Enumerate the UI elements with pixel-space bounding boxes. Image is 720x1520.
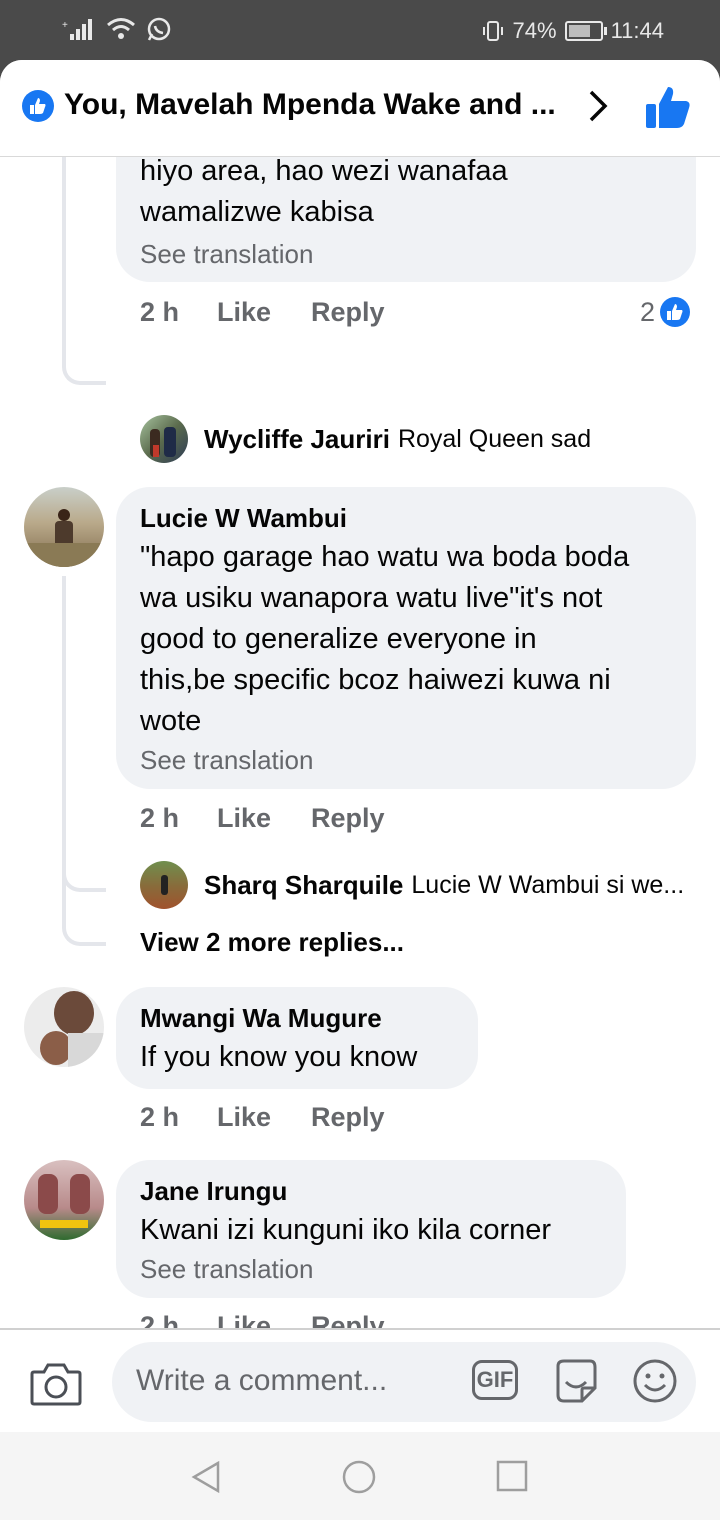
comment-bubble[interactable]: hiyo area, hao wezi wanafaa wamalizwe ka… [116, 156, 696, 282]
comment-text-line: this,be specific bcoz haiwezi kuwa ni [140, 664, 611, 696]
wifi-icon [107, 18, 135, 39]
signal-icon: + [62, 19, 92, 40]
reactors-title[interactable]: You, Mavelah Mpenda Wake and ... [64, 88, 574, 122]
comment-text-line: good to generalize everyone in [140, 623, 537, 655]
see-translation-link[interactable]: See translation [140, 239, 313, 270]
like-link[interactable]: Like [217, 1311, 271, 1328]
comment-text: "hapo garage hao watu wa boda boda wa us… [140, 537, 629, 742]
sticker-icon[interactable] [552, 1358, 598, 1404]
vibrate-icon [482, 21, 503, 41]
see-translation-link[interactable]: See translation [140, 745, 313, 776]
avatar[interactable] [140, 415, 188, 463]
avatar[interactable] [24, 487, 104, 567]
comment-time: 2 h [140, 1102, 180, 1132]
reply-author[interactable]: Wycliffe Jauriri [204, 424, 390, 455]
comment-text-line: "hapo garage hao watu wa boda boda [140, 541, 630, 573]
like-link[interactable]: Like [217, 297, 271, 328]
comment-list[interactable]: hiyo area, hao wezi wanafaa wamalizwe ka… [0, 156, 720, 1328]
comments-sheet: You, Mavelah Mpenda Wake and ... hiyo ar… [0, 60, 720, 1520]
comment-time: 2 h [140, 1311, 180, 1328]
comment-text: If you know you know [140, 1041, 418, 1073]
comment-author[interactable]: Mwangi Wa Mugure [140, 1003, 382, 1034]
battery-percent: 74% [512, 18, 557, 43]
thread-connector [62, 836, 106, 892]
comment-text-line: wote [140, 705, 202, 737]
recents-icon[interactable] [496, 1460, 528, 1492]
like-link[interactable]: Like [217, 803, 271, 834]
comment-time: 2 h [140, 803, 180, 833]
see-translation-link[interactable]: See translation [140, 1254, 313, 1285]
comment-actions: 2 h Like Reply [140, 1311, 385, 1328]
comment-time: 2 h [140, 297, 180, 327]
reaction-count-number: 2 [640, 296, 656, 327]
view-more-replies-link[interactable]: View 2 more replies... [140, 927, 404, 958]
back-icon[interactable] [190, 1460, 222, 1494]
status-bar: + 74% 11:44 [0, 0, 720, 62]
svg-text:+: + [62, 20, 68, 31]
camera-icon[interactable] [30, 1360, 82, 1406]
comment-composer: Write a comment... GIF [0, 1328, 720, 1434]
reply-preview[interactable]: Wycliffe Jauriri Royal Queen sad [204, 424, 591, 455]
reply-preview[interactable]: Sharq Sharquile Lucie W Wambui si we... [204, 870, 684, 901]
system-nav-bar [0, 1432, 720, 1520]
reply-text: Royal Queen sad [397, 425, 592, 453]
gif-button[interactable]: GIF [472, 1360, 518, 1400]
chevron-right-icon[interactable] [584, 88, 612, 124]
comment-placeholder: Write a comment... [136, 1364, 388, 1397]
status-right: 74% 11:44 [481, 18, 664, 44]
comment-actions: 2 h Like Reply [140, 803, 385, 834]
comment-author[interactable]: Lucie W Wambui [140, 503, 347, 534]
comment-text: wamalizwe kabisa [140, 196, 374, 228]
avatar[interactable] [24, 987, 104, 1067]
like-button-icon[interactable] [644, 84, 692, 130]
comment-bubble[interactable]: Mwangi Wa Mugure If you know you know [116, 987, 478, 1089]
reply-link[interactable]: Reply [311, 297, 385, 328]
like-reaction-icon [660, 297, 691, 327]
whatsapp-icon [147, 17, 171, 41]
comment-author[interactable]: Jane Irungu [140, 1176, 287, 1207]
reply-text: Lucie W Wambui si we... [411, 871, 685, 899]
comment-actions: 2 h Like Reply [140, 1102, 385, 1133]
comment-text: Kwani izi kunguni iko kila corner [140, 1214, 552, 1246]
comment-actions: 2 h Like Reply [140, 297, 385, 328]
reply-author[interactable]: Sharq Sharquile [204, 870, 403, 901]
reply-link[interactable]: Reply [311, 1102, 385, 1133]
reply-link[interactable]: Reply [311, 1311, 385, 1328]
emoji-icon[interactable] [632, 1358, 678, 1404]
comment-bubble[interactable]: Lucie W Wambui "hapo garage hao watu wa … [116, 487, 696, 789]
comment-input[interactable]: Write a comment... GIF [112, 1342, 696, 1422]
reactions-header[interactable]: You, Mavelah Mpenda Wake and ... [0, 60, 720, 157]
avatar[interactable] [24, 1160, 104, 1240]
thumbs-up-icon [30, 98, 46, 114]
status-left-icons: + [62, 16, 172, 42]
like-link[interactable]: Like [217, 1102, 271, 1133]
like-reaction-badge [22, 90, 54, 122]
reaction-count[interactable]: 2 [640, 296, 691, 328]
comment-text-line: wa usiku wanapora watu live"it's not [140, 582, 603, 614]
clock: 11:44 [610, 18, 664, 43]
home-icon[interactable] [342, 1460, 376, 1494]
avatar[interactable] [140, 861, 188, 909]
battery-icon [564, 21, 607, 41]
thread-connector [62, 156, 106, 385]
reply-link[interactable]: Reply [311, 803, 385, 834]
comment-bubble[interactable]: Jane Irungu Kwani izi kunguni iko kila c… [116, 1160, 626, 1298]
comment-text: hiyo area, hao wezi wanafaa [140, 156, 508, 187]
